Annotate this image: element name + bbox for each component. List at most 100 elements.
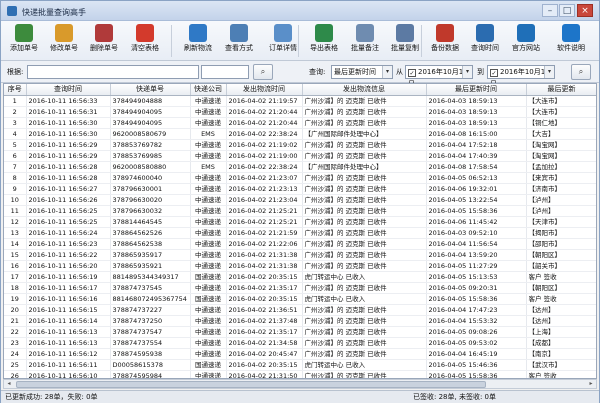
table-row[interactable]: 10 2016-10-11 16:56:26 378796630020 中通速递 201…	[4, 194, 596, 206]
toolbar-button-6[interactable]: 查看方式	[219, 22, 259, 60]
table-row[interactable]: 7 2016-10-11 16:56:28 9620008580880 EMS 2016…	[4, 161, 596, 173]
table-cell: 【邵阳市】	[526, 238, 596, 250]
toolbar-button-10[interactable]: 批量复制	[386, 22, 424, 60]
table-cell: 2016-04-02 20:35:15	[226, 271, 303, 283]
toolbar-button-3[interactable]: 删除单号	[85, 22, 123, 60]
close-button[interactable]: ×	[577, 4, 593, 17]
table-row[interactable]: 23 2016-10-11 16:56:13 378874737554 中通速递 201…	[4, 337, 596, 349]
scroll-thumb[interactable]	[16, 381, 486, 388]
toolbar-button-12[interactable]: 查询时间	[466, 22, 504, 60]
keyword-search-button[interactable]: ⌕	[253, 64, 273, 80]
table-row[interactable]: 6 2016-10-11 16:56:29 378853769985 中通速递 2016…	[4, 150, 596, 162]
maximize-button[interactable]: □	[559, 4, 575, 17]
table-row[interactable]: 13 2016-10-11 16:56:24 378864562526 中通速递 201…	[4, 227, 596, 239]
title-bar[interactable]: 快递批量查询高手 – □ ×	[1, 1, 599, 21]
table-cell: 【大连市】	[526, 106, 596, 118]
table-row[interactable]: 26 2016-10-11 16:56:10 378874595984 中通速递 201…	[4, 370, 596, 378]
toolbar-button-13[interactable]: 官方网站	[506, 22, 546, 60]
table-cell: 25	[4, 359, 27, 371]
table-cell: 2016-04-02 21:23:13	[226, 183, 303, 195]
table-cell: 2016-04-04 17:47:23	[426, 304, 527, 316]
results-table[interactable]: 序号 查询时间 快递单号 快递公司 发出物流时间 发出物流信息 最后更新时间 最后更新 1 20…	[3, 83, 597, 379]
table-cell: 国通速递	[190, 359, 227, 371]
table-cell: 【广州国际邮件处理中心】	[302, 161, 427, 173]
toolbar-button-5[interactable]: 刷新物流	[179, 22, 217, 60]
column-header[interactable]: 最后更新	[526, 84, 596, 96]
table-row[interactable]: 16 2016-10-11 16:56:20 378865935921 中通速递 201…	[4, 260, 596, 272]
table-cell: 22	[4, 326, 27, 338]
table-row[interactable]: 21 2016-10-11 16:56:14 378874737250 中通速递 201…	[4, 315, 596, 327]
table-row[interactable]: 5 2016-10-11 16:56:29 378853769782 中通速递 2016…	[4, 139, 596, 151]
table-cell: 378865935921	[110, 260, 191, 272]
table-row[interactable]: 11 2016-10-11 16:56:25 378796630032 中通速递 201…	[4, 205, 596, 217]
table-row[interactable]: 2 2016-10-11 16:56:31 378494904095 中通速递 2016…	[4, 106, 596, 118]
toolbar-button-9[interactable]: 批量备注	[346, 22, 384, 60]
from-date-picker[interactable]: ✓2016年10月11日▾	[405, 65, 473, 88]
table-cell: 881468072495367754	[110, 293, 191, 305]
table-cell: 2016-10-11 16:56:22	[26, 249, 111, 261]
table-row[interactable]: 3 2016-10-11 16:56:30 378494904095 中通速递 2016…	[4, 117, 596, 129]
horizontal-scrollbar[interactable]: ◂ ▸	[3, 379, 597, 389]
table-row[interactable]: 4 2016-10-11 16:56:30 9620008580679 EMS 2016…	[4, 128, 596, 140]
add-number-icon	[15, 24, 33, 42]
toolbar-button-14[interactable]: 软件说明	[549, 22, 593, 60]
table-row[interactable]: 17 2016-10-11 16:56:19 8814895344349317 国通速…	[4, 271, 596, 283]
to-date-checkbox[interactable]: ✓	[490, 69, 498, 77]
column-header[interactable]: 查询时间	[26, 84, 111, 96]
toolbar-button-11[interactable]: 备份数据	[426, 22, 464, 60]
table-row[interactable]: 25 2016-10-11 16:56:11 D00058615378 国通速递 201…	[4, 359, 596, 371]
table-cell: 4	[4, 128, 27, 140]
query-field-select[interactable]: 最后更新时间 ▾	[331, 65, 393, 79]
scroll-right-icon[interactable]: ▸	[586, 380, 596, 388]
table-cell: 2016-10-11 16:56:16	[26, 293, 111, 305]
table-cell: 广州沙浦】的 迈克斯 已收件	[302, 337, 427, 349]
column-header[interactable]: 序号	[4, 84, 27, 96]
toolbar-button-4[interactable]: 清空表格	[125, 22, 165, 60]
table-cell: 【天津市】	[526, 216, 596, 228]
scroll-left-icon[interactable]: ◂	[4, 380, 14, 388]
column-header[interactable]: 快递单号	[110, 84, 191, 96]
table-cell: 378874737545	[110, 282, 191, 294]
column-header[interactable]: 发出物流时间	[226, 84, 303, 96]
table-row[interactable]: 22 2016-10-11 16:56:13 378874737547 中通速递 201…	[4, 326, 596, 338]
table-cell: 2016-10-11 16:56:33	[26, 95, 111, 107]
table-cell: 2	[4, 106, 27, 118]
table-row[interactable]: 24 2016-10-11 16:56:12 378874595938 中通速递 201…	[4, 348, 596, 360]
table-row[interactable]: 20 2016-10-11 16:56:15 378874737227 中通速递 201…	[4, 304, 596, 316]
keyword-input[interactable]	[27, 65, 199, 79]
toolbar-button-7[interactable]: 订单详情	[263, 22, 303, 60]
table-cell: 2016-04-08 17:58:54	[426, 161, 527, 173]
date-search-button[interactable]: ⌕	[571, 64, 591, 80]
toolbar-button-8[interactable]: 导出表格	[304, 22, 344, 60]
table-cell: 【武汉市】	[526, 359, 596, 371]
table-cell: 2016-04-02 21:35:17	[226, 282, 303, 294]
column-header[interactable]: 发出物流信息	[302, 84, 427, 96]
toolbar-button-label: 订单详情	[269, 44, 297, 52]
table-row[interactable]: 9 2016-10-11 16:56:27 378796630001 中通速递 2016…	[4, 183, 596, 195]
table-cell: 2016-04-08 16:15:00	[426, 128, 527, 140]
from-date-checkbox[interactable]: ✓	[408, 69, 416, 77]
table-cell: 378494904888	[110, 95, 191, 107]
table-row[interactable]: 18 2016-10-11 16:56:17 378874737545 中通速递 201…	[4, 282, 596, 294]
table-row[interactable]: 14 2016-10-11 16:56:23 378864562538 中通速递 201…	[4, 238, 596, 250]
edit-pencil-icon	[55, 24, 73, 42]
minimize-button[interactable]: –	[542, 4, 558, 17]
table-row[interactable]: 12 2016-10-11 16:56:25 378814464545 中通速递 201…	[4, 216, 596, 228]
table-row[interactable]: 8 2016-10-11 16:56:28 378974600040 中通速递 2016…	[4, 172, 596, 184]
column-header[interactable]: 快递公司	[190, 84, 227, 96]
table-row[interactable]: 1 2016-10-11 16:56:33 378494904888 中通速递 2016…	[4, 95, 596, 107]
toolbar-separator	[421, 25, 422, 57]
toolbar-button-1[interactable]: 添加单号	[5, 22, 43, 60]
toolbar-button-2[interactable]: 修改单号	[45, 22, 83, 60]
table-cell: 中通速递	[190, 95, 227, 107]
to-date-picker[interactable]: ✓2016年10月11日▾	[487, 65, 555, 88]
table-cell: 【韶关市】	[526, 260, 596, 272]
table-cell: 2016-04-02 20:35:15	[226, 359, 303, 371]
view-mode-icon	[230, 24, 248, 42]
table-cell: 2016-04-03 18:59:13	[426, 106, 527, 118]
table-row[interactable]: 15 2016-10-11 16:56:22 378865935917 中通速递 201…	[4, 249, 596, 261]
table-cell: 2016-04-02 21:19:02	[226, 139, 303, 151]
column-header[interactable]: 最后更新时间	[426, 84, 527, 96]
keyword-extra-input[interactable]	[201, 65, 249, 79]
table-row[interactable]: 19 2016-10-11 16:56:16 881468072495367754 国…	[4, 293, 596, 305]
